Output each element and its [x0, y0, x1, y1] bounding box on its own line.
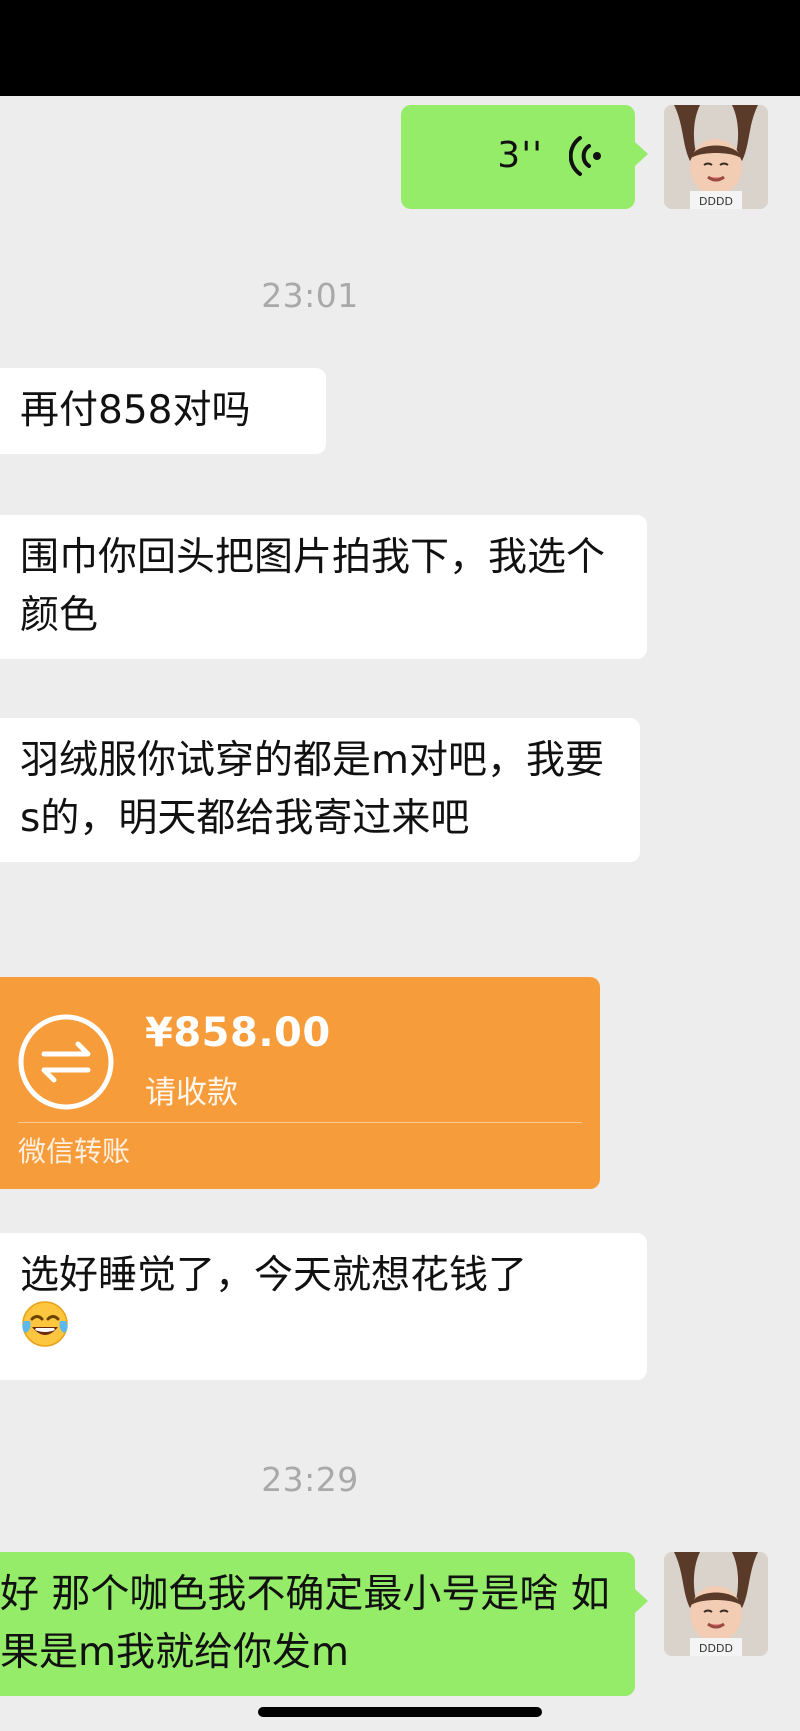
outgoing-message-bubble[interactable]: 好 那个咖色我不确定最小号是啥 如果是m我就给你发m — [0, 1552, 635, 1696]
bubble-tail — [635, 1589, 648, 1613]
transfer-amount: ¥858.00 — [145, 1010, 331, 1056]
message-text: 再付858对吗 — [20, 388, 251, 433]
incoming-message-bubble[interactable]: 再付858对吗 — [0, 368, 326, 454]
voice-duration: 3'' — [497, 135, 543, 176]
home-indicator[interactable] — [258, 1707, 542, 1717]
svg-text:DDDD: DDDD — [699, 1642, 733, 1655]
message-text: 围巾你回头把图片拍我下，我选个颜色 — [20, 535, 606, 638]
status-bar — [0, 0, 800, 96]
transfer-status: 请收款 — [145, 1075, 238, 1111]
message-text: 羽绒服你试穿的都是m对吧，我要s的，明天都给我寄过来吧 — [20, 738, 604, 841]
incoming-message-bubble[interactable]: 羽绒服你试穿的都是m对吧，我要s的，明天都给我寄过来吧 — [0, 718, 640, 862]
voice-message-bubble[interactable]: 3'' — [401, 105, 635, 209]
transfer-arrows-icon — [16, 1012, 116, 1116]
divider — [18, 1122, 582, 1123]
incoming-message-bubble[interactable]: 围巾你回头把图片拍我下，我选个颜色 — [0, 515, 647, 659]
svg-text:DDDD: DDDD — [699, 195, 733, 208]
bubble-tail — [635, 142, 648, 166]
wechat-transfer-card[interactable]: ¥858.00 请收款 微信转账 — [0, 977, 600, 1189]
face-with-tears-of-joy-emoji — [20, 1299, 70, 1366]
message-timestamp: 23:01 — [261, 276, 359, 315]
message-timestamp: 23:29 — [261, 1460, 359, 1499]
transfer-footer-label: 微信转账 — [18, 1135, 131, 1168]
message-text: 选好睡觉了，今天就想花钱了 — [20, 1253, 528, 1298]
message-text: 好 那个咖色我不确定最小号是啥 如果是m我就给你发m — [0, 1572, 610, 1675]
avatar[interactable]: DDDD — [664, 1552, 768, 1656]
voice-wave-icon — [568, 135, 605, 181]
incoming-message-bubble[interactable]: 选好睡觉了，今天就想花钱了 — [0, 1233, 647, 1380]
chat-message-list[interactable]: 3'' DDDD 23:01 再付858对吗 围巾你回头把图片拍我下，我选个颜色… — [0, 96, 800, 1731]
avatar[interactable]: DDDD — [664, 105, 768, 209]
